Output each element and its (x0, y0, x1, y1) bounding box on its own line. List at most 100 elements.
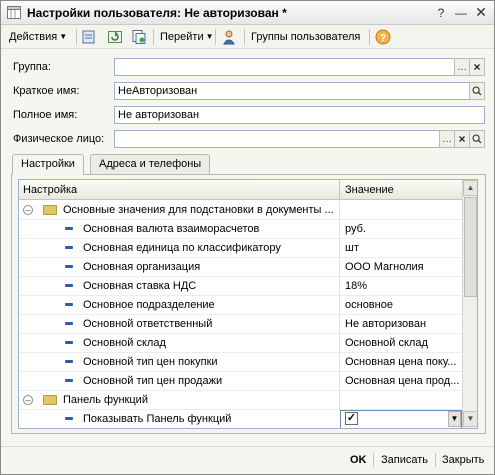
copy-document-icon[interactable] (131, 29, 147, 45)
title-bar: Настройки пользователя: Не авторизован *… (1, 1, 494, 25)
goto-menu[interactable]: Перейти ▼ (160, 29, 214, 45)
chevron-down-icon: ▼ (205, 32, 214, 41)
table-row[interactable]: Основная ставка НДС 18% (19, 277, 462, 296)
row-value: 18% (345, 280, 368, 292)
select-button[interactable]: … (454, 58, 470, 76)
help-icon[interactable]: ? (375, 29, 391, 45)
row-value: шт (345, 242, 359, 254)
ok-button[interactable]: OK (350, 454, 367, 466)
row-name: Панель функций (63, 394, 148, 406)
row-value: основное (345, 299, 393, 311)
group-field[interactable] (114, 58, 455, 76)
table-row[interactable]: Основной склад Основной склад (19, 334, 462, 353)
user-groups-button[interactable]: Группы пользователя (251, 29, 360, 45)
cell-divider (339, 296, 340, 315)
tab-addresses[interactable]: Адреса и телефоны (90, 154, 211, 174)
row-name: Основное подразделение (83, 299, 215, 311)
setting-icon (65, 246, 73, 249)
cell-divider (339, 258, 340, 277)
clear-icon[interactable]: × (454, 130, 470, 148)
setting-icon (65, 265, 73, 268)
search-icon[interactable] (469, 82, 485, 100)
value-editor-cell[interactable] (340, 410, 462, 428)
group-label: Группа: (13, 61, 51, 73)
row-value: руб. (345, 223, 366, 235)
cell-divider (339, 220, 340, 239)
cell-divider (339, 201, 340, 220)
row-value: Основной склад (345, 337, 428, 349)
row-name: Основной тип цен покупки (83, 356, 218, 368)
person-field[interactable] (114, 130, 440, 148)
footer-separator (373, 453, 374, 467)
row-name: Основная единица по классификатору (83, 242, 281, 254)
cell-divider (339, 277, 340, 296)
row-value: Не авторизован (345, 318, 427, 330)
goto-menu-label: Перейти (160, 31, 204, 43)
chevron-down-icon[interactable]: ▼ (448, 411, 461, 427)
save-copy-icon[interactable] (81, 29, 97, 45)
row-name: Показывать Панель функций (83, 413, 232, 425)
setting-icon (65, 322, 73, 325)
toolbar-divider (153, 29, 154, 45)
row-name: Основная ставка НДС (83, 280, 197, 292)
table-row[interactable]: Основная организация ООО Магнолия (19, 258, 462, 277)
cell-divider (339, 334, 340, 353)
table-row[interactable]: Основная валюта взаиморасчетов руб. (19, 220, 462, 239)
window-title: Настройки пользователя: Не авторизован * (27, 6, 287, 20)
minimize-icon[interactable]: — (453, 5, 469, 20)
setting-icon (65, 360, 73, 363)
table-row[interactable]: – Панель функций (19, 391, 462, 410)
column-header-value[interactable]: Значение (345, 184, 394, 196)
row-value: Основная цена прод... (345, 375, 460, 387)
toolbar-divider (369, 29, 370, 45)
column-header-setting[interactable]: Настройка (23, 184, 77, 196)
save-button[interactable]: Записать (381, 454, 428, 466)
help-title-icon[interactable]: ? (433, 5, 449, 20)
table-row[interactable]: Основная единица по классификатору шт (19, 239, 462, 258)
refresh-icon[interactable] (107, 29, 123, 45)
select-button[interactable]: … (439, 130, 455, 148)
close-button[interactable]: Закрыть (442, 454, 484, 466)
show-functions-panel-checkbox[interactable]: ✓ (345, 412, 358, 425)
footer-separator (435, 453, 436, 467)
tab-settings[interactable]: Настройки (12, 154, 84, 175)
actions-menu[interactable]: Действия ▼ (9, 29, 67, 45)
row-name: Основная организация (83, 261, 201, 273)
setting-icon (65, 379, 73, 382)
setting-icon (65, 417, 73, 420)
row-value: Основная цена поку... (345, 356, 457, 368)
person-label: Физическое лицо: (13, 133, 105, 145)
close-icon[interactable]: ✕ (473, 4, 489, 20)
scroll-down-icon[interactable]: ▼ (463, 411, 477, 427)
scroll-thumb[interactable] (464, 197, 477, 297)
full-name-label: Полное имя: (13, 109, 78, 121)
setting-icon (65, 303, 73, 306)
table-row[interactable]: Основное подразделение основное (19, 296, 462, 315)
toolbar-divider (244, 29, 245, 45)
row-name: Основной склад (83, 337, 166, 349)
cell-divider (339, 315, 340, 334)
actions-menu-label: Действия (9, 31, 58, 43)
table-row[interactable]: Основной ответственный Не авторизован (19, 315, 462, 334)
row-value: ООО Магнолия (345, 261, 424, 273)
search-icon[interactable] (469, 130, 485, 148)
svg-text:?: ? (380, 33, 386, 44)
scroll-up-icon[interactable]: ▲ (463, 180, 477, 196)
table-row[interactable]: Основной тип цен покупки Основная цена п… (19, 353, 462, 372)
vertical-scrollbar[interactable]: ▲ ▼ (462, 180, 477, 428)
table-row[interactable]: Показывать Панель функций ✓ ▼ (19, 410, 462, 428)
table-row[interactable]: – Основные значения для подстановки в до… (19, 201, 462, 220)
chevron-down-icon: ▼ (59, 32, 68, 41)
collapse-icon[interactable]: – (23, 395, 33, 405)
toolbar-divider (215, 29, 216, 45)
collapse-icon[interactable]: – (23, 205, 33, 215)
short-name-field[interactable]: НеАвторизован (114, 82, 470, 100)
user-icon[interactable] (221, 29, 237, 45)
table-row[interactable]: Основной тип цен продажи Основная цена п… (19, 372, 462, 391)
clear-icon[interactable]: × (469, 58, 485, 76)
settings-table[interactable]: Настройка Значение – Основные значения д… (18, 179, 478, 429)
full-name-field[interactable]: Не авторизован (114, 106, 485, 124)
user-settings-window: Настройки пользователя: Не авторизован *… (0, 0, 495, 475)
toolbar-divider (76, 29, 77, 45)
folder-icon (43, 205, 57, 215)
